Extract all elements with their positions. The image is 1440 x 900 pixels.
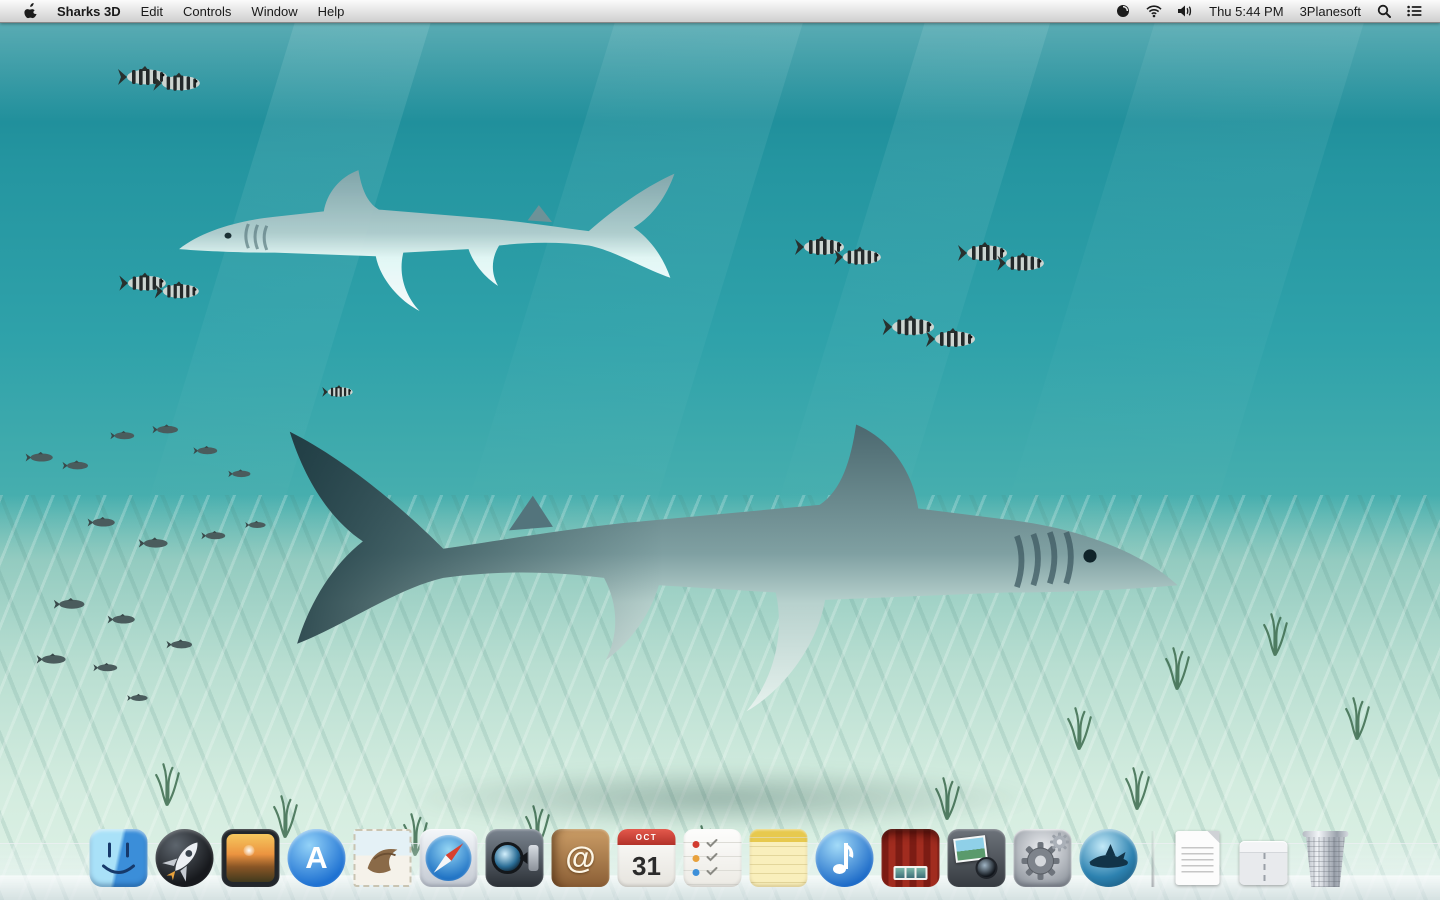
menu-help[interactable]: Help bbox=[308, 0, 355, 22]
gray-fish bbox=[63, 460, 90, 474]
seaweed-tuft bbox=[1260, 609, 1291, 660]
distant-shark bbox=[175, 141, 705, 338]
checkmarks bbox=[684, 829, 742, 887]
shark-graphic bbox=[235, 366, 1185, 768]
dock-item-app-store[interactable]: A bbox=[288, 829, 346, 887]
seaweed-tuft bbox=[1122, 763, 1153, 814]
wifi-menu[interactable] bbox=[1138, 0, 1170, 22]
dock-item-system-preferences[interactable] bbox=[1014, 829, 1072, 887]
dock-items: A bbox=[90, 829, 1351, 887]
camera-body bbox=[529, 845, 539, 871]
vendor-menu[interactable]: 3Planesoft bbox=[1292, 4, 1369, 19]
dock-item-reminders[interactable] bbox=[684, 829, 742, 887]
app-menu-title[interactable]: Sharks 3D bbox=[47, 0, 131, 22]
dock-item-trash[interactable] bbox=[1301, 829, 1351, 887]
camera-play-glyph bbox=[520, 852, 528, 864]
compass-needle-icon bbox=[420, 829, 478, 887]
gray-fish bbox=[153, 424, 180, 438]
pilot-fish bbox=[153, 73, 204, 99]
sunset-photo bbox=[227, 834, 275, 882]
gray-fish bbox=[167, 639, 194, 653]
dock-divider bbox=[1152, 831, 1155, 887]
menu-window[interactable]: Window bbox=[241, 0, 307, 22]
menu-list-icon bbox=[1407, 5, 1422, 17]
gray-fish bbox=[26, 452, 55, 467]
gray-fish bbox=[88, 517, 117, 532]
music-note-icon bbox=[816, 829, 874, 887]
seaweed-tuft bbox=[1342, 693, 1373, 744]
dock-item-mail[interactable] bbox=[354, 829, 412, 887]
trash-rim bbox=[1303, 831, 1349, 837]
shark-graphic bbox=[175, 141, 705, 338]
gray-fish bbox=[139, 537, 170, 553]
spotlight-menu[interactable] bbox=[1369, 0, 1399, 22]
large-shark bbox=[235, 366, 1185, 768]
camera-lens-small bbox=[976, 857, 998, 879]
sync-status-menu[interactable] bbox=[1108, 0, 1138, 22]
menu-controls[interactable]: Controls bbox=[173, 0, 241, 22]
trash-basket bbox=[1304, 837, 1348, 887]
menu-bar: Sharks 3D Edit Controls Window Help bbox=[0, 0, 1440, 23]
menu-bar-status-area: Thu 5:44 PM 3Planesoft bbox=[1108, 0, 1440, 22]
gray-fish bbox=[93, 663, 118, 676]
menu-list[interactable] bbox=[1399, 0, 1430, 22]
calendar-day: 31 bbox=[618, 845, 676, 887]
dock: A bbox=[0, 814, 1440, 900]
spotlight-icon bbox=[1377, 4, 1391, 18]
clock[interactable]: Thu 5:44 PM bbox=[1201, 4, 1291, 19]
pilot-fish bbox=[926, 328, 980, 355]
dock-item-itunes[interactable] bbox=[816, 829, 874, 887]
app-store-letter: A bbox=[305, 840, 327, 876]
dock-item-facetime-camera[interactable] bbox=[486, 829, 544, 887]
menu-bar-left: Sharks 3D Edit Controls Window Help bbox=[0, 0, 354, 22]
dock-item-photos[interactable] bbox=[222, 829, 280, 887]
sync-status-icon bbox=[1116, 4, 1130, 18]
dock-item-safari[interactable] bbox=[420, 829, 478, 887]
seaweed-tuft bbox=[152, 759, 183, 810]
eagle-stamp-icon bbox=[356, 831, 410, 885]
dock-item-text-document[interactable] bbox=[1176, 831, 1220, 885]
apple-icon bbox=[24, 3, 37, 19]
menu-edit[interactable]: Edit bbox=[131, 0, 173, 22]
gears-icon bbox=[1014, 829, 1072, 887]
gray-fish bbox=[108, 614, 137, 629]
dock-item-finder[interactable] bbox=[90, 829, 148, 887]
at-glyph: @ bbox=[565, 840, 595, 876]
photo-strip bbox=[894, 866, 928, 880]
wifi-icon bbox=[1146, 5, 1162, 18]
dock-item-notes[interactable] bbox=[750, 829, 808, 887]
gray-fish bbox=[110, 431, 135, 444]
volume-icon bbox=[1178, 5, 1193, 17]
dock-item-image-capture[interactable] bbox=[948, 829, 1006, 887]
shark-app-icon bbox=[1080, 829, 1138, 887]
dock-item-photo-booth[interactable] bbox=[882, 829, 940, 887]
gray-fish bbox=[127, 694, 149, 705]
pilot-fish bbox=[834, 247, 885, 273]
gray-fish bbox=[37, 653, 68, 669]
calendar-month: OCT bbox=[618, 829, 676, 845]
volume-menu[interactable] bbox=[1170, 0, 1201, 22]
dock-item-sharks-3d[interactable] bbox=[1080, 829, 1138, 887]
gray-fish bbox=[193, 446, 218, 459]
dock-item-contacts[interactable]: @ bbox=[552, 829, 610, 887]
dock-item-calendar[interactable]: OCT 31 bbox=[618, 829, 676, 887]
apple-menu[interactable] bbox=[14, 0, 47, 22]
desktop-wallpaper bbox=[0, 0, 1440, 900]
rocket-icon bbox=[156, 829, 214, 887]
sun-glyph bbox=[244, 845, 255, 856]
finder-face-icon bbox=[90, 829, 148, 887]
gray-fish bbox=[54, 598, 86, 615]
gray-fish bbox=[201, 531, 226, 544]
pilot-fish bbox=[997, 253, 1048, 279]
dock-item-launchpad[interactable] bbox=[156, 829, 214, 887]
dock-item-archive-box[interactable] bbox=[1240, 841, 1288, 885]
screen: Sharks 3D Edit Controls Window Help bbox=[0, 0, 1440, 900]
